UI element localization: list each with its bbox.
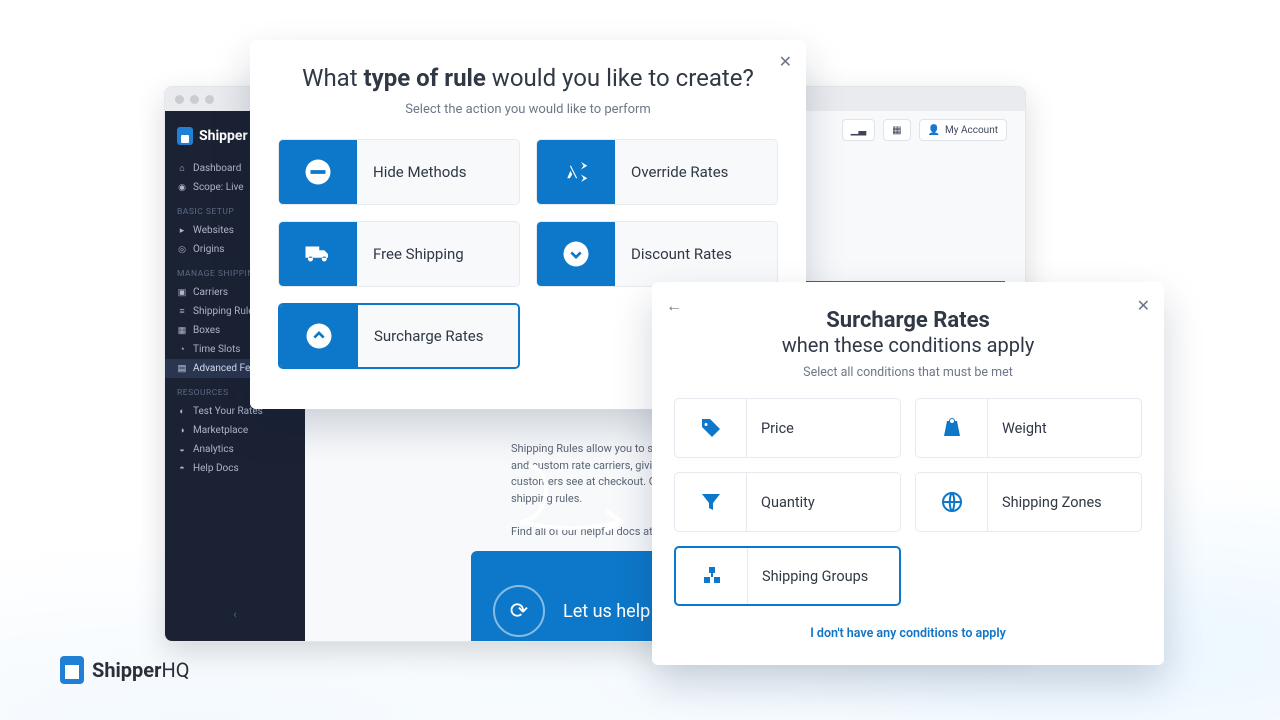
cta-icon: ⟳ [493, 585, 545, 637]
sidebar-item-help-docs[interactable]: ◓Help Docs [165, 459, 305, 478]
conditions-grid: Price Weight Quantity Shipping Zones Shi… [674, 398, 1142, 606]
store-icon: ◑ [177, 425, 187, 436]
option-discount-rates[interactable]: Discount Rates [536, 221, 778, 287]
pin-icon: ◎ [177, 245, 187, 255]
shuffle-icon [561, 157, 591, 187]
condition-weight[interactable]: Weight [915, 398, 1142, 458]
grid-icon: ▤ [177, 364, 187, 374]
arrow-down-circle-icon [561, 239, 591, 269]
window-dot [190, 95, 199, 104]
bar-chart-icon: ▁▃ [851, 125, 866, 136]
option-label: Override Rates [615, 140, 777, 204]
help-icon: ◓ [177, 463, 187, 474]
sidebar-item-marketplace[interactable]: ◑Marketplace [165, 421, 305, 440]
weight-icon [940, 416, 964, 440]
condition-label: Price [747, 399, 900, 457]
window-dot [205, 95, 214, 104]
condition-label: Quantity [747, 473, 900, 531]
box-icon: ▦ [177, 326, 187, 336]
option-label: Discount Rates [615, 222, 777, 286]
condition-label: Shipping Zones [988, 473, 1141, 531]
modal2-title: Surcharge Rates [674, 308, 1142, 333]
window-dot [175, 95, 184, 104]
minus-circle-icon [303, 157, 333, 187]
option-label: Hide Methods [357, 140, 519, 204]
modal2-subtitle-line: when these conditions apply [674, 333, 1142, 357]
list-icon: ≡ [177, 306, 187, 317]
option-surcharge-rates[interactable]: Surcharge Rates [278, 303, 520, 369]
globe-icon: ◉ [177, 183, 187, 193]
toolbar-chart-button[interactable]: ▁▃ [842, 119, 875, 141]
sidebar-item-analytics[interactable]: ◒Analytics [165, 440, 305, 459]
sidebar-brand-icon [177, 127, 193, 145]
tag-icon [699, 416, 723, 440]
modal1-title: What type of rule would you like to crea… [278, 64, 778, 92]
brand-logo: ShipperHQ [60, 656, 189, 684]
modal1-subtitle: Select the action you would like to perf… [278, 102, 778, 117]
boxes-icon [700, 564, 724, 588]
truck-icon: ▣ [177, 288, 187, 298]
brand-mark-icon [60, 656, 84, 684]
truck-icon [303, 239, 333, 269]
condition-shipping-zones[interactable]: Shipping Zones [915, 472, 1142, 532]
home-icon: ⌂ [177, 163, 187, 174]
close-icon[interactable]: ✕ [779, 52, 792, 71]
sidebar-brand-text: Shipper [199, 128, 248, 144]
bookmark-icon: ▸ [177, 226, 187, 236]
calendar-icon: ▦ [892, 125, 901, 136]
back-icon[interactable]: ← [666, 296, 682, 316]
toolbar-calendar-button[interactable]: ▦ [883, 119, 910, 141]
flask-icon: ◐ [177, 406, 187, 417]
skip-conditions-link[interactable]: I don't have any conditions to apply [674, 626, 1142, 641]
filter-icon [699, 490, 723, 514]
option-label: Free Shipping [357, 222, 519, 286]
account-button[interactable]: 👤My Account [919, 119, 1007, 141]
clock-icon: ◔ [177, 344, 187, 355]
chart-icon: ◒ [177, 444, 187, 455]
condition-label: Shipping Groups [748, 548, 899, 604]
modal-conditions: ← ✕ Surcharge Rates when these condition… [652, 282, 1164, 665]
sidebar-collapse[interactable]: ‹ [233, 608, 236, 621]
modal2-helper: Select all conditions that must be met [674, 365, 1142, 380]
arrow-up-circle-icon [304, 321, 334, 351]
condition-label: Weight [988, 399, 1141, 457]
globe-icon [940, 490, 964, 514]
close-icon[interactable]: ✕ [1137, 296, 1150, 315]
option-hide-methods[interactable]: Hide Methods [278, 139, 520, 205]
option-free-shipping[interactable]: Free Shipping [278, 221, 520, 287]
condition-price[interactable]: Price [674, 398, 901, 458]
condition-quantity[interactable]: Quantity [674, 472, 901, 532]
option-override-rates[interactable]: Override Rates [536, 139, 778, 205]
condition-shipping-groups[interactable]: Shipping Groups [674, 546, 901, 606]
option-label: Surcharge Rates [358, 305, 518, 367]
brand-text: ShipperHQ [92, 658, 189, 682]
user-icon: 👤 [928, 125, 940, 136]
